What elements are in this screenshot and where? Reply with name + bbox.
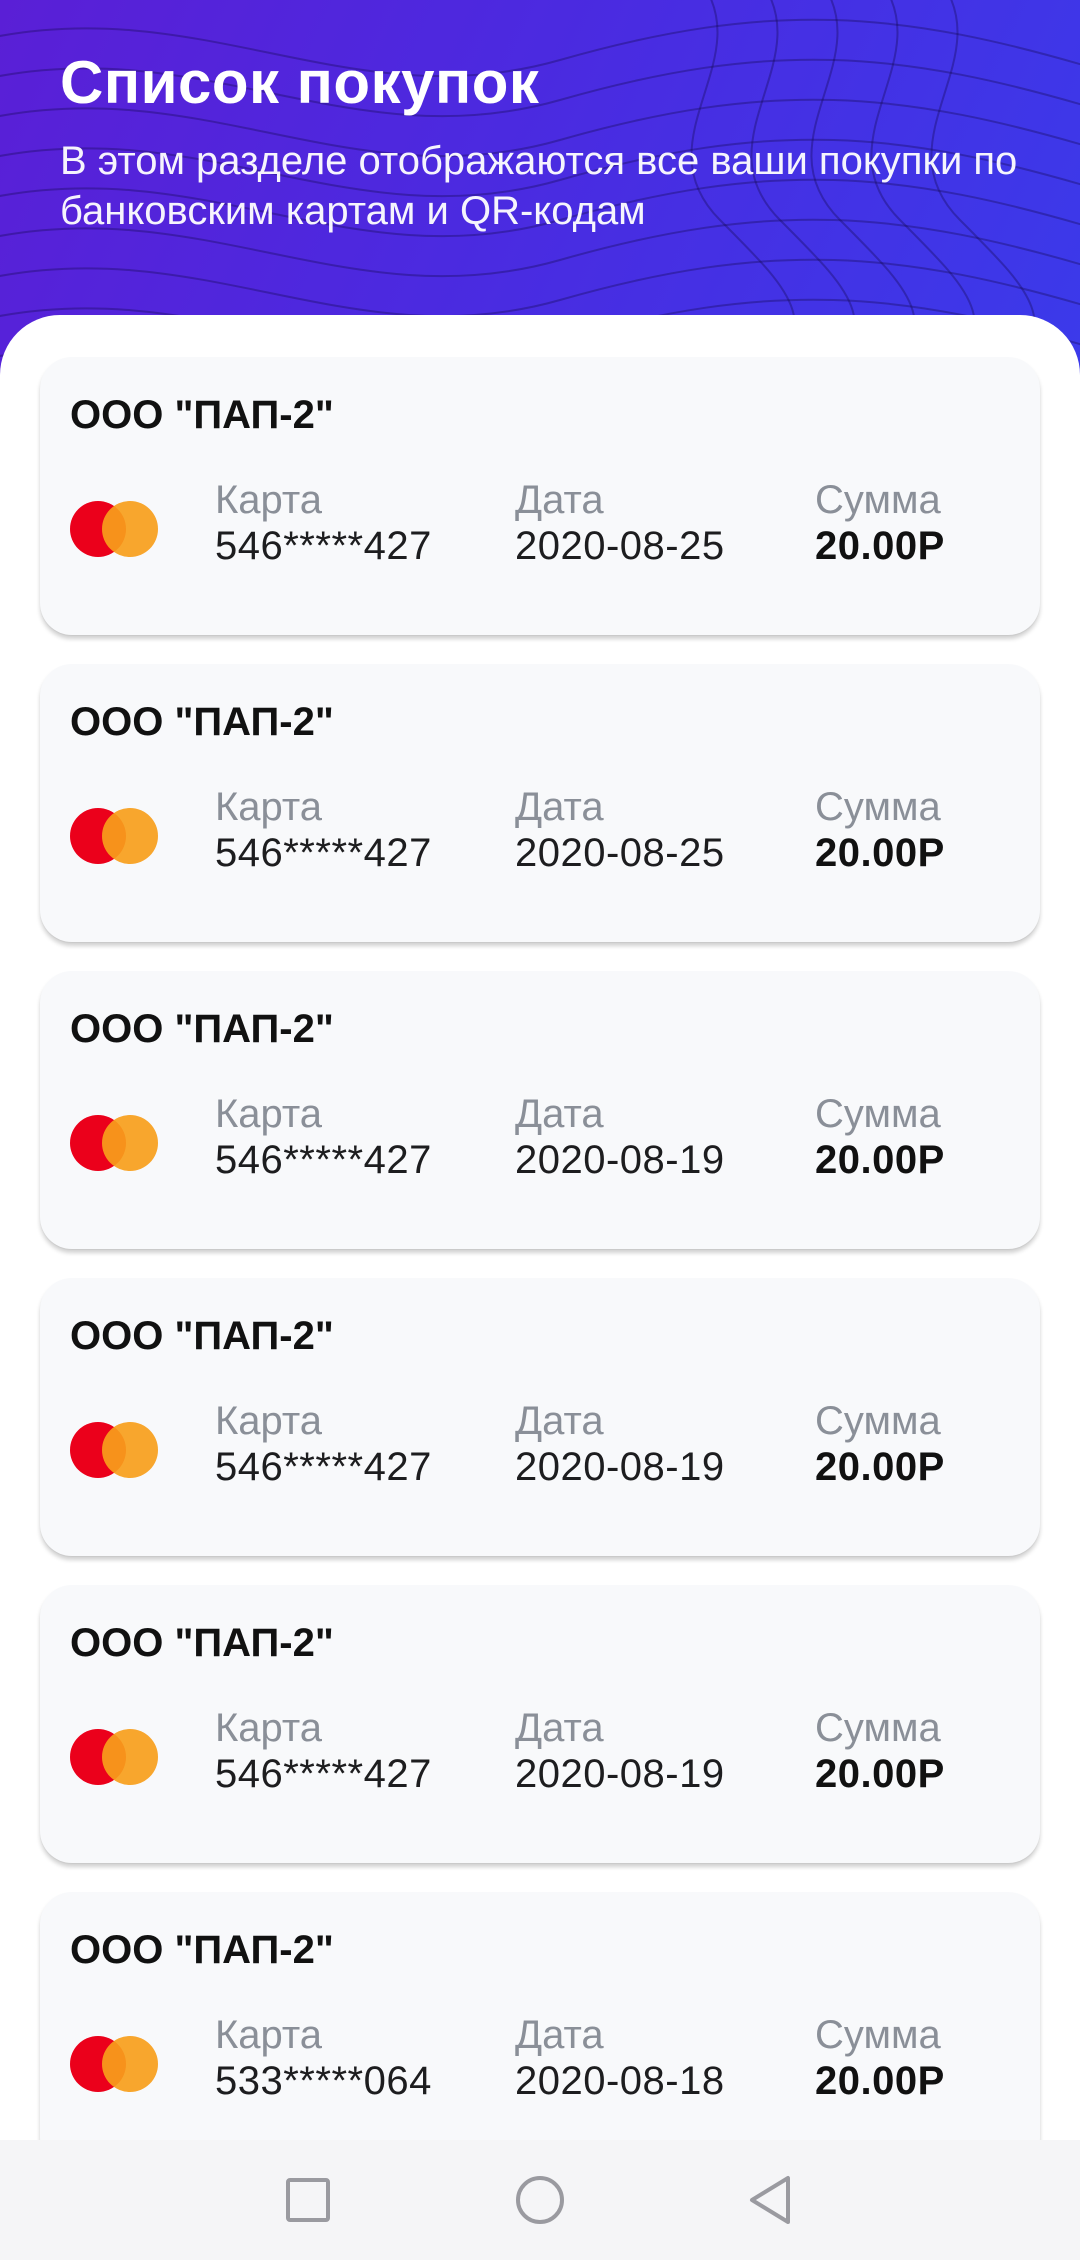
purchase-card[interactable]: ООО "ПАП-2" Карта 546*****427 Дата 2020-… <box>40 664 1040 942</box>
sum-label: Сумма <box>815 1706 941 1750</box>
card-column: Карта 546*****427 <box>215 1398 432 1490</box>
sum-label: Сумма <box>815 785 941 829</box>
purchase-date: 2020-08-25 <box>515 524 725 568</box>
merchant-name: ООО "ПАП-2" <box>70 1007 334 1051</box>
date-label: Дата <box>515 1399 604 1443</box>
purchase-card[interactable]: ООО "ПАП-2" Карта 546*****427 Дата 2020-… <box>40 1278 1040 1556</box>
mastercard-icon <box>70 501 158 557</box>
purchase-date: 2020-08-18 <box>515 2059 725 2103</box>
date-column: Дата 2020-08-25 <box>515 477 725 569</box>
purchase-date: 2020-08-19 <box>515 1752 725 1796</box>
purchase-card[interactable]: ООО "ПАП-2" Карта 533*****064 Дата 2020-… <box>40 1892 1040 2170</box>
sum-label: Сумма <box>815 1399 941 1443</box>
circle-icon[interactable] <box>510 2170 570 2230</box>
mastercard-icon <box>70 808 158 864</box>
card-label: Карта <box>215 785 323 829</box>
purchase-date: 2020-08-25 <box>515 831 725 875</box>
mastercard-icon <box>70 1729 158 1785</box>
card-number: 533*****064 <box>215 2059 432 2103</box>
mastercard-icon <box>70 2036 158 2092</box>
mastercard-icon <box>70 1422 158 1478</box>
purchase-amount: 20.00Р <box>815 1138 945 1182</box>
card-number: 546*****427 <box>215 1445 432 1489</box>
page-title: Список покупок <box>60 49 540 116</box>
purchase-card[interactable]: ООО "ПАП-2" Карта 546*****427 Дата 2020-… <box>40 971 1040 1249</box>
card-column: Карта 546*****427 <box>215 1091 432 1183</box>
purchase-amount: 20.00Р <box>815 524 945 568</box>
sum-column: Сумма 20.00Р <box>815 1705 945 1797</box>
card-label: Карта <box>215 1706 323 1750</box>
card-number: 546*****427 <box>215 831 432 875</box>
date-column: Дата 2020-08-18 <box>515 2012 725 2104</box>
date-label: Дата <box>515 478 604 522</box>
merchant-name: ООО "ПАП-2" <box>70 1314 334 1358</box>
sum-label: Сумма <box>815 2013 941 2057</box>
page-subtitle: В этом разделе отображаются все ваши пок… <box>60 139 1018 233</box>
system-navigation-bar <box>0 2140 1080 2260</box>
card-number: 546*****427 <box>215 524 432 568</box>
date-column: Дата 2020-08-25 <box>515 784 725 876</box>
merchant-name: ООО "ПАП-2" <box>70 1621 334 1665</box>
card-column: Карта 546*****427 <box>215 477 432 569</box>
date-label: Дата <box>515 785 604 829</box>
merchant-name: ООО "ПАП-2" <box>70 393 334 437</box>
sum-label: Сумма <box>815 478 941 522</box>
merchant-name: ООО "ПАП-2" <box>70 700 334 744</box>
card-column: Карта 546*****427 <box>215 784 432 876</box>
card-label: Карта <box>215 1399 323 1443</box>
sum-column: Сумма 20.00Р <box>815 1398 945 1490</box>
date-label: Дата <box>515 2013 604 2057</box>
purchase-amount: 20.00Р <box>815 1445 945 1489</box>
triangle-back-icon[interactable] <box>742 2170 802 2230</box>
purchase-amount: 20.00Р <box>815 831 945 875</box>
sum-column: Сумма 20.00Р <box>815 477 945 569</box>
date-column: Дата 2020-08-19 <box>515 1091 725 1183</box>
purchase-amount: 20.00Р <box>815 2059 945 2103</box>
card-column: Карта 533*****064 <box>215 2012 432 2104</box>
mastercard-icon <box>70 1115 158 1171</box>
sum-column: Сумма 20.00Р <box>815 784 945 876</box>
card-label: Карта <box>215 2013 323 2057</box>
sum-column: Сумма 20.00Р <box>815 2012 945 2104</box>
date-label: Дата <box>515 1706 604 1750</box>
purchase-date: 2020-08-19 <box>515 1138 725 1182</box>
sum-label: Сумма <box>815 1092 941 1136</box>
sum-column: Сумма 20.00Р <box>815 1091 945 1183</box>
purchase-amount: 20.00Р <box>815 1752 945 1796</box>
card-number: 546*****427 <box>215 1138 432 1182</box>
merchant-name: ООО "ПАП-2" <box>70 1928 334 1972</box>
card-label: Карта <box>215 478 323 522</box>
square-icon[interactable] <box>278 2170 338 2230</box>
card-number: 546*****427 <box>215 1752 432 1796</box>
purchase-card[interactable]: ООО "ПАП-2" Карта 546*****427 Дата 2020-… <box>40 357 1040 635</box>
date-column: Дата 2020-08-19 <box>515 1398 725 1490</box>
purchase-date: 2020-08-19 <box>515 1445 725 1489</box>
card-label: Карта <box>215 1092 323 1136</box>
purchase-card[interactable]: ООО "ПАП-2" Карта 546*****427 Дата 2020-… <box>40 1585 1040 1863</box>
date-column: Дата 2020-08-19 <box>515 1705 725 1797</box>
date-label: Дата <box>515 1092 604 1136</box>
card-column: Карта 546*****427 <box>215 1705 432 1797</box>
